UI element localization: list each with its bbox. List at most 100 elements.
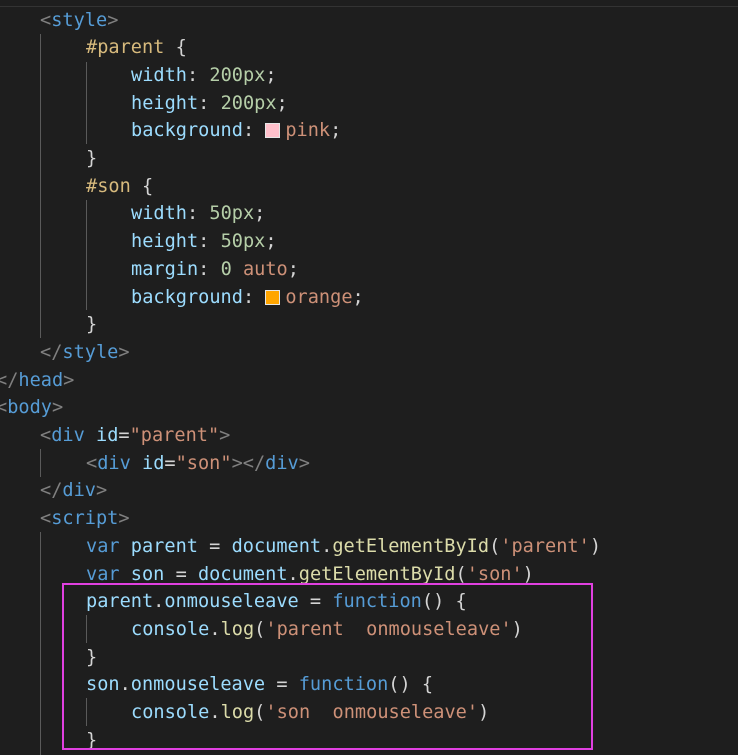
code-token: = (197, 535, 232, 557)
code-line[interactable]: height: 50px; (131, 228, 277, 256)
code-token: background (131, 286, 243, 308)
code-token: < (40, 425, 52, 446)
code-token: </ (40, 341, 63, 363)
code-token: 200px (220, 92, 277, 114)
code-token: > (95, 480, 108, 502)
highlight-annotation-box (62, 583, 593, 750)
code-token: div (51, 425, 85, 446)
code-token: div (265, 452, 299, 474)
indent-guide (40, 449, 41, 477)
code-line[interactable]: background: orange; (131, 284, 364, 312)
code-token: : (186, 64, 210, 86)
code-token: orange (285, 286, 353, 308)
code-token: : (242, 120, 266, 142)
code-token: head (18, 369, 64, 391)
code-line[interactable]: #parent { (86, 34, 187, 62)
code-token: { (130, 175, 154, 197)
code-token: = (118, 425, 130, 446)
code-editor[interactable]: <style> #parent {width: 200px; height: 200… (0, 0, 738, 755)
code-token: style (62, 341, 119, 363)
code-token: document (197, 563, 288, 585)
code-line[interactable]: #son { (86, 173, 153, 201)
code-token: height (131, 92, 199, 114)
code-token: id (96, 425, 119, 446)
code-token: > (118, 508, 130, 530)
code-token: > (107, 9, 119, 31)
code-token: 'parent' (500, 535, 590, 557)
code-token: < (40, 508, 52, 530)
code-line[interactable]: } (86, 311, 97, 339)
code-token: ) (589, 535, 602, 557)
indent-guide (40, 532, 41, 755)
code-line[interactable]: height: 200px; (131, 90, 288, 118)
code-token: > (219, 425, 231, 446)
code-line[interactable]: </style> (40, 339, 130, 367)
code-token: > (298, 452, 310, 474)
code-token: style (51, 9, 108, 31)
code-token: div (62, 480, 96, 502)
code-token: body (7, 397, 52, 419)
code-line[interactable]: margin: 0 auto; (131, 256, 299, 284)
code-line[interactable]: </head> (0, 367, 74, 395)
code-token: auto (242, 258, 288, 280)
code-token: ; (276, 92, 288, 114)
code-token: pink (285, 120, 331, 142)
code-token: ( (489, 535, 501, 557)
code-token: } (86, 314, 98, 336)
code-line[interactable]: <div id="son"></div> (86, 450, 310, 478)
code-token: getElementById (298, 563, 456, 585)
code-token: ; (254, 203, 266, 225)
code-token: width (131, 64, 187, 86)
code-token: : (198, 92, 221, 114)
code-line[interactable]: <script> (40, 505, 130, 533)
color-swatch-icon[interactable] (265, 123, 281, 139)
code-token: = (164, 563, 198, 585)
color-swatch-icon[interactable] (265, 289, 281, 305)
code-token: ; (265, 231, 277, 253)
code-token: : (198, 258, 221, 280)
code-token: > (118, 341, 130, 363)
code-token: id (142, 452, 165, 474)
code-line[interactable]: } (86, 145, 97, 173)
code-token: } (86, 148, 98, 169)
code-line[interactable]: </div> (40, 477, 107, 505)
code-token: : (198, 231, 221, 253)
code-token: : (242, 286, 266, 308)
code-token: < (40, 9, 52, 31)
code-token: ; (287, 258, 299, 280)
code-line[interactable]: width: 50px; (131, 200, 265, 228)
code-token: </ (0, 369, 19, 391)
code-line[interactable]: <body> (0, 394, 63, 422)
code-line[interactable]: <style> (40, 7, 118, 35)
code-token: margin (131, 258, 199, 280)
code-token: </ (40, 480, 63, 502)
indent-guide (86, 62, 87, 144)
code-token: . (287, 563, 299, 585)
code-token: . (321, 535, 333, 557)
code-token: parent (130, 535, 198, 557)
indent-guide (86, 200, 87, 310)
code-token: "parent" (129, 425, 220, 446)
code-token: script (51, 508, 119, 530)
code-token: son (130, 563, 165, 585)
code-token: = (164, 452, 176, 474)
code-token: : (186, 203, 210, 225)
code-line[interactable]: <div id="parent"> (40, 422, 230, 450)
code-token: 50px (220, 231, 266, 253)
code-line[interactable]: background: pink; (131, 117, 341, 145)
code-token: { (164, 37, 187, 59)
code-line[interactable]: width: 200px; (131, 62, 277, 90)
code-token: 'son' (466, 563, 523, 585)
code-token: #parent (86, 37, 165, 59)
code-token: var (86, 563, 120, 585)
code-token: getElementById (332, 535, 490, 557)
code-token: > (63, 369, 75, 391)
code-token: height (131, 231, 199, 253)
code-token: ; (265, 64, 277, 86)
code-line[interactable]: var parent = document.getElementById('pa… (86, 533, 601, 561)
